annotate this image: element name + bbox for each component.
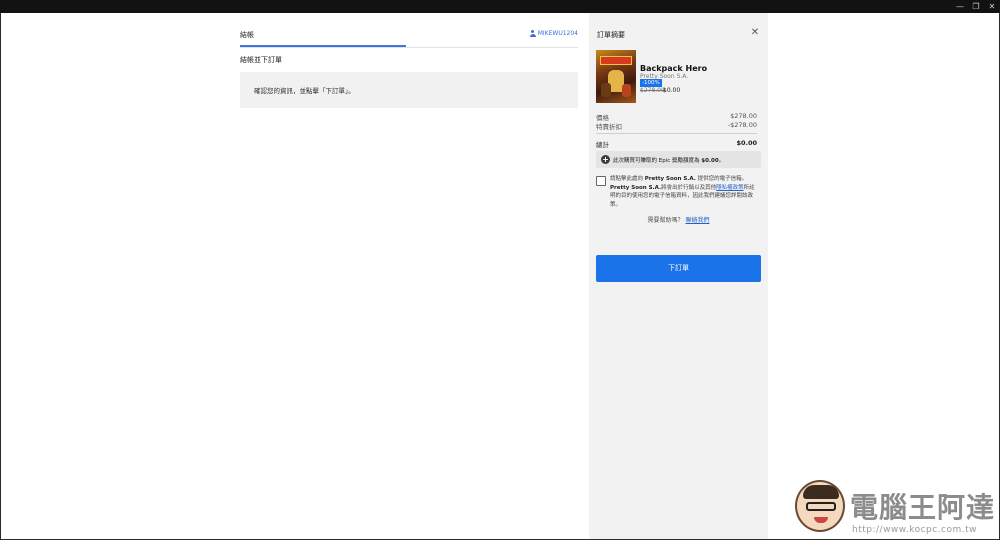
- final-price: $0.00: [663, 87, 681, 94]
- tab-divider: [240, 47, 578, 48]
- info-box: 確認您的資訊，並點擊「下訂單」。: [240, 72, 578, 108]
- window-titlebar: — ❐ ✕: [0, 0, 1000, 13]
- discount-row: 特賣折扣 -$278.00: [596, 121, 757, 131]
- account-name: MIKEWU1204: [537, 30, 578, 37]
- maximize-icon[interactable]: ❐: [968, 0, 984, 13]
- original-price: $278.00: [640, 87, 665, 94]
- discount-badge: -100%: [640, 79, 662, 87]
- email-consent-checkbox[interactable]: [596, 176, 606, 186]
- help-question: 需要幫助嗎？: [647, 217, 684, 224]
- minimize-icon[interactable]: —: [952, 0, 968, 13]
- checkout-section: 結帳 MIKEWU1204 結帳並下訂單 確認您的資訊，並點擊「下訂單」。: [240, 13, 578, 133]
- total-value: $0.00: [736, 139, 757, 147]
- cover-logo-banner: [600, 56, 632, 65]
- reward-text: 此次購買可賺取的 Epic 獎勵額度為 $0.00。: [613, 158, 725, 164]
- reward-notice: + 此次購買可賺取的 Epic 獎勵額度為 $0.00。: [596, 151, 761, 168]
- close-icon[interactable]: ✕: [750, 28, 760, 38]
- watermark-title: 電腦王阿達: [850, 491, 996, 524]
- reward-amount: $0.00: [701, 158, 719, 164]
- window-close-icon[interactable]: ✕: [984, 0, 1000, 13]
- privacy-policy-link[interactable]: 隱私權政策: [716, 185, 744, 191]
- user-icon: [529, 30, 536, 37]
- section-heading: 結帳並下訂單: [240, 56, 282, 64]
- place-order-button[interactable]: 下訂單: [596, 255, 761, 282]
- help-line: 需要幫助嗎？ 聯絡我們: [589, 215, 768, 224]
- order-summary-panel: 訂單摘要 ✕ Backpack Hero Pretty Soon S.A. -1…: [589, 13, 768, 540]
- mascot-mouth: [814, 517, 828, 523]
- plus-circle-icon: +: [601, 155, 610, 164]
- watermark-url: http://www.kocpc.com.tw: [852, 525, 978, 535]
- summary-divider: [596, 133, 757, 134]
- account-indicator[interactable]: MIKEWU1204: [529, 30, 578, 37]
- summary-title: 訂單摘要: [597, 31, 625, 39]
- mascot-glasses: [806, 502, 836, 511]
- info-message: 確認您的資訊，並點擊「下訂單」。: [254, 87, 355, 95]
- watermark-mascot: [795, 480, 845, 532]
- game-cover-image: [596, 50, 636, 103]
- total-label: 總計: [596, 141, 609, 149]
- contact-us-link[interactable]: 聯絡我們: [685, 217, 709, 224]
- cover-character-right: [622, 84, 631, 97]
- discount-value: -$278.00: [727, 121, 757, 129]
- total-row: 總計 $0.00: [596, 139, 757, 149]
- mascot-hair: [803, 485, 839, 499]
- game-title: Backpack Hero: [640, 64, 708, 73]
- tab-checkout[interactable]: 結帳: [240, 30, 254, 40]
- price-value: $278.00: [730, 112, 757, 120]
- cover-character-left: [601, 83, 611, 97]
- discount-label: 特賣折扣: [596, 123, 622, 131]
- email-consent-text: 請點擊此處向 Pretty Soon S.A. 提供您的電子信箱。 Pretty…: [610, 176, 755, 208]
